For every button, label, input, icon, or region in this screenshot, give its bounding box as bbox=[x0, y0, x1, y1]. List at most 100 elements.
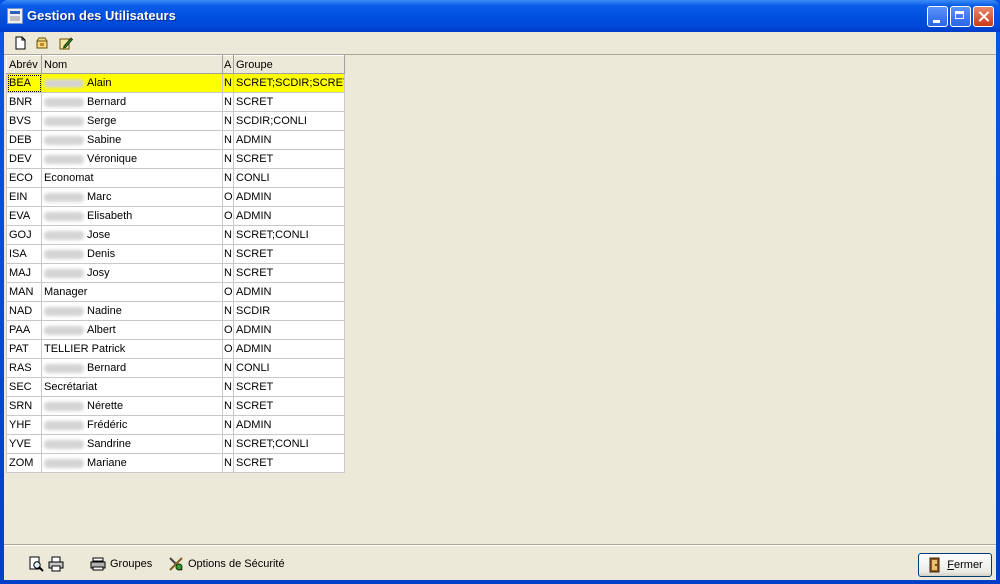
cell-groupe[interactable]: ADMIN bbox=[233, 130, 345, 150]
table-row[interactable]: NAD Nadine N SCDIR bbox=[6, 301, 345, 321]
table-row[interactable]: BVS Serge N SCDIR;CONLI bbox=[6, 111, 345, 131]
cell-nom[interactable]: Denis bbox=[41, 244, 223, 264]
close-button[interactable] bbox=[973, 6, 994, 27]
cell-a[interactable]: N bbox=[222, 377, 234, 397]
table-row[interactable]: BNR Bernard N SCRET bbox=[6, 92, 345, 112]
column-header-abrev[interactable]: Abrév bbox=[6, 55, 42, 74]
cell-groupe[interactable]: CONLI bbox=[233, 168, 345, 188]
security-options-button[interactable]: Options de Sécurité bbox=[168, 554, 285, 574]
cell-groupe[interactable]: SCRET bbox=[233, 244, 345, 264]
cell-nom[interactable]: Sabine bbox=[41, 130, 223, 150]
cell-groupe[interactable]: SCRET bbox=[233, 149, 345, 169]
cell-groupe[interactable]: SCRET bbox=[233, 377, 345, 397]
users-grid[interactable]: Abrév Nom A Groupe BEA Alain N SCRET;SCDIR;… bbox=[6, 55, 345, 473]
cell-groupe[interactable]: ADMIN bbox=[233, 320, 345, 340]
cell-a[interactable]: N bbox=[222, 168, 234, 188]
table-row[interactable]: MAN Manager O ADMIN bbox=[6, 282, 345, 302]
cell-abrev[interactable]: YHF bbox=[6, 415, 42, 435]
cell-groupe[interactable]: ADMIN bbox=[233, 339, 345, 359]
cell-abrev[interactable]: BNR bbox=[6, 92, 42, 112]
column-header-a[interactable]: A bbox=[222, 55, 234, 74]
table-row[interactable]: YHF Frédéric N ADMIN bbox=[6, 415, 345, 435]
cell-groupe[interactable]: SCRET;SCDIR;SCRET bbox=[233, 73, 345, 93]
cell-abrev[interactable]: YVE bbox=[6, 434, 42, 454]
cell-a[interactable]: N bbox=[222, 434, 234, 454]
new-user-button[interactable] bbox=[10, 34, 30, 52]
cell-nom[interactable]: Secrétariat bbox=[41, 377, 223, 397]
cell-groupe[interactable]: SCRET bbox=[233, 453, 345, 473]
cell-groupe[interactable]: SCDIR bbox=[233, 301, 345, 321]
cell-groupe[interactable]: CONLI bbox=[233, 358, 345, 378]
cell-a[interactable]: N bbox=[222, 92, 234, 112]
minimize-button[interactable] bbox=[927, 6, 948, 27]
cell-abrev[interactable]: DEB bbox=[6, 130, 42, 150]
table-row[interactable]: EVA Elisabeth O ADMIN bbox=[6, 206, 345, 226]
table-row[interactable]: PAT TELLIER Patrick O ADMIN bbox=[6, 339, 345, 359]
cell-abrev[interactable]: SEC bbox=[6, 377, 42, 397]
column-header-groupe[interactable]: Groupe bbox=[233, 55, 345, 74]
groupes-button[interactable]: Groupes bbox=[90, 554, 152, 574]
cell-nom[interactable]: Manager bbox=[41, 282, 223, 302]
cell-a[interactable]: N bbox=[222, 225, 234, 245]
cell-nom[interactable]: Economat bbox=[41, 168, 223, 188]
cell-a[interactable]: O bbox=[222, 282, 234, 302]
table-row[interactable]: DEV Véronique N SCRET bbox=[6, 149, 345, 169]
cell-a[interactable]: N bbox=[222, 244, 234, 264]
title-bar[interactable]: Gestion des Utilisateurs bbox=[0, 0, 1000, 32]
cell-nom[interactable]: Mariane bbox=[41, 453, 223, 473]
cell-abrev[interactable]: NAD bbox=[6, 301, 42, 321]
cell-abrev[interactable]: ZOM bbox=[6, 453, 42, 473]
cell-a[interactable]: N bbox=[222, 130, 234, 150]
table-row[interactable]: ISA Denis N SCRET bbox=[6, 244, 345, 264]
cell-a[interactable]: N bbox=[222, 453, 234, 473]
cell-abrev[interactable]: MAJ bbox=[6, 263, 42, 283]
cell-a[interactable]: N bbox=[222, 149, 234, 169]
cell-a[interactable]: O bbox=[222, 187, 234, 207]
maximize-button[interactable] bbox=[950, 6, 971, 27]
table-row[interactable]: BEA Alain N SCRET;SCDIR;SCRET bbox=[6, 73, 345, 93]
cell-abrev[interactable]: DEV bbox=[6, 149, 42, 169]
print-button[interactable] bbox=[48, 554, 64, 574]
cell-a[interactable]: O bbox=[222, 206, 234, 226]
cell-abrev[interactable]: EVA bbox=[6, 206, 42, 226]
cell-abrev[interactable]: ECO bbox=[6, 168, 42, 188]
cell-nom[interactable]: Bernard bbox=[41, 358, 223, 378]
cell-abrev[interactable]: BVS bbox=[6, 111, 42, 131]
table-row[interactable]: ZOM Mariane N SCRET bbox=[6, 453, 345, 473]
cell-nom[interactable]: Josy bbox=[41, 263, 223, 283]
cell-a[interactable]: N bbox=[222, 263, 234, 283]
cell-nom[interactable]: Alain bbox=[41, 73, 223, 93]
table-row[interactable]: ECO Economat N CONLI bbox=[6, 168, 345, 188]
table-row[interactable]: GOJ Jose N SCRET;CONLI bbox=[6, 225, 345, 245]
cell-nom[interactable]: Véronique bbox=[41, 149, 223, 169]
cell-groupe[interactable]: ADMIN bbox=[233, 415, 345, 435]
preview-button[interactable] bbox=[28, 554, 44, 574]
cell-abrev[interactable]: ISA bbox=[6, 244, 42, 264]
cell-abrev[interactable]: BEA bbox=[6, 73, 42, 93]
fermer-button[interactable]: Fermer bbox=[918, 553, 992, 577]
table-row[interactable]: EIN Marc O ADMIN bbox=[6, 187, 345, 207]
cell-nom[interactable]: Jose bbox=[41, 225, 223, 245]
cell-abrev[interactable]: PAT bbox=[6, 339, 42, 359]
cell-groupe[interactable]: ADMIN bbox=[233, 206, 345, 226]
cell-a[interactable]: N bbox=[222, 415, 234, 435]
table-row[interactable]: SEC Secrétariat N SCRET bbox=[6, 377, 345, 397]
table-row[interactable]: MAJ Josy N SCRET bbox=[6, 263, 345, 283]
edit-button[interactable] bbox=[56, 34, 76, 52]
cell-a[interactable]: N bbox=[222, 111, 234, 131]
cell-abrev[interactable]: RAS bbox=[6, 358, 42, 378]
cell-groupe[interactable]: ADMIN bbox=[233, 282, 345, 302]
cell-nom[interactable]: Nadine bbox=[41, 301, 223, 321]
cell-nom[interactable]: Nérette bbox=[41, 396, 223, 416]
cell-groupe[interactable]: SCRET bbox=[233, 396, 345, 416]
cell-a[interactable]: O bbox=[222, 320, 234, 340]
cell-nom[interactable]: Frédéric bbox=[41, 415, 223, 435]
table-row[interactable]: DEB Sabine N ADMIN bbox=[6, 130, 345, 150]
cell-nom[interactable]: Marc bbox=[41, 187, 223, 207]
cell-nom[interactable]: Elisabeth bbox=[41, 206, 223, 226]
cell-a[interactable]: N bbox=[222, 301, 234, 321]
column-header-nom[interactable]: Nom bbox=[41, 55, 223, 74]
table-row[interactable]: RAS Bernard N CONLI bbox=[6, 358, 345, 378]
cell-nom[interactable]: Serge bbox=[41, 111, 223, 131]
cell-groupe[interactable]: SCRET;CONLI bbox=[233, 434, 345, 454]
